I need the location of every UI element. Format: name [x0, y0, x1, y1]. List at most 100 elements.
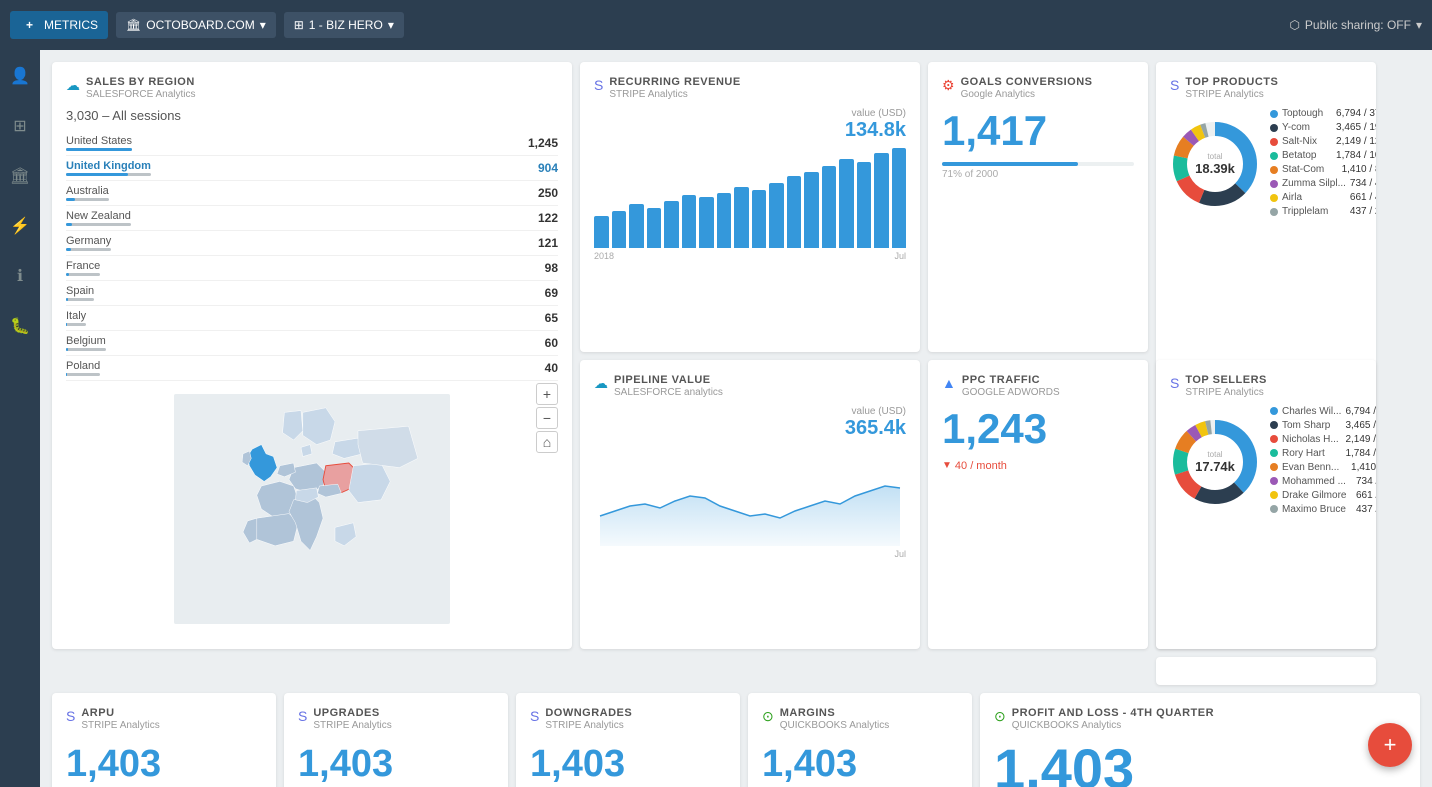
bar-item [699, 197, 714, 248]
plus-icon: + [20, 17, 39, 33]
legend-item: Stat-Com 1,410 / 8% [1270, 164, 1376, 175]
legend-item: Tom Sharp 3,465 / 20% [1270, 420, 1376, 431]
legend-item: Zumma Silpl... 734 / 4% [1270, 178, 1376, 189]
bar-item [804, 172, 819, 248]
profit-loss-card: ⊙ PROFIT AND LOSS - 4th QUARTER QUICKBOO… [980, 693, 1420, 787]
bar-item [787, 176, 802, 248]
region-row-es: Spain 69 [66, 281, 558, 306]
share-icon: ⬡ [1289, 18, 1299, 32]
margins-value: 1,403 [762, 745, 958, 783]
region-row-pl: Poland 40 [66, 356, 558, 381]
recurring-revenue-card: S RECURRING REVENUE STRIPE Analytics val… [580, 62, 920, 352]
chevron-down-icon: ▾ [1416, 18, 1422, 32]
bar-item [769, 183, 784, 248]
salesforce-icon: ☁ [66, 77, 80, 94]
region-row-be: Belgium 60 [66, 331, 558, 356]
profit-value: 1,403 [994, 741, 1406, 787]
bar-item [839, 159, 854, 248]
dashboard-grid: ☁ SALES BY REGION SALESFORCE Analytics 3… [52, 62, 1420, 657]
sidebar-item-dashboard[interactable]: ⊞ [7, 110, 32, 142]
chevron-down-icon: ▾ [260, 18, 266, 32]
goals-title: GOALS CONVERSIONS [961, 76, 1093, 88]
dashboard-selector[interactable]: ⊞ 1 - BIZ HERO ▾ [284, 12, 404, 38]
legend-item: Drake Gilmore 661 / 4% [1270, 490, 1376, 501]
ppc-traffic-card: ▲ PPC TRAFFIC GOOGLE ADWORDS 1,243 ▼ 40 … [928, 360, 1148, 650]
top-navigation: + METRICS 🏛 OCTOBOARD.COM ▾ ⊞ 1 - BIZ HE… [0, 0, 1432, 50]
pipeline-chart-labels: Jul [594, 549, 906, 559]
chevron-down-icon: ▾ [388, 18, 394, 32]
stripe-icon-arpu: S [66, 708, 75, 724]
fab-add-button[interactable]: + [1368, 723, 1412, 767]
top-products-donut: total 18.39k [1170, 119, 1260, 209]
margins-subtitle: QUICKBOOKS Analytics [780, 720, 889, 731]
region-total: 3,030 – All sessions [66, 108, 558, 123]
top-sellers-card: S TOP SELLERS STRIPE Analytics [1156, 360, 1376, 650]
stripe-icon-products: S [1170, 77, 1179, 93]
adwords-icon: ▲ [942, 375, 956, 391]
legend-item: Airla 661 / 4% [1270, 192, 1376, 203]
profit-subtitle: QUICKBOOKS Analytics [1012, 720, 1214, 731]
legend-item: Maximo Bruce 437 / 2% [1270, 504, 1376, 515]
recurring-value: 134.8k [594, 119, 906, 142]
region-table: United States 1,245 United Kingdom 904 A… [66, 131, 558, 383]
top-sellers-subtitle: STRIPE Analytics [1185, 387, 1267, 398]
bar-item [857, 162, 872, 248]
region-row-it: Italy 65 [66, 306, 558, 331]
org-icon: 🏛 [126, 18, 141, 32]
sidebar-item-info[interactable]: ℹ [11, 260, 29, 292]
upgrades-subtitle: STRIPE Analytics [313, 720, 391, 731]
legend-item: Mohammed ... 734 / 4% [1270, 476, 1376, 487]
bar-item [734, 187, 749, 248]
pipeline-value-label: value (USD) [594, 406, 906, 417]
plus-metrics-button[interactable]: + METRICS [10, 11, 108, 39]
bar-item [629, 204, 644, 248]
region-row-nz: New Zealand 122 [66, 206, 558, 231]
pipeline-value: 365.4k [594, 417, 906, 440]
sidebar-item-lightning[interactable]: ⚡ [4, 210, 36, 242]
legend-item: Rory Hart 1,784 / 10% [1270, 448, 1376, 459]
top-sellers-card [1156, 657, 1376, 685]
ppc-value: 1,243 [942, 408, 1134, 450]
upgrades-card: S UPGRADES STRIPE Analytics 1,403 ▲ 0 / … [284, 693, 508, 787]
goals-progress-bar [942, 162, 1134, 166]
top-sellers-donut: total 17.74k [1170, 417, 1260, 507]
sidebar-item-bug[interactable]: 🐛 [4, 310, 36, 342]
goals-conversions-card: ⚙ GOALS CONVERSIONS Google Analytics 1,4… [928, 62, 1148, 352]
bar-item [874, 153, 889, 248]
legend-item: Charles Wil... 6,794 / 38% [1270, 406, 1376, 417]
arpu-title: ARPU [81, 707, 159, 719]
salesforce-icon-pipeline: ☁ [594, 375, 608, 392]
map-zoom-in[interactable]: + [536, 383, 558, 405]
map-reset[interactable]: ⌂ [536, 431, 558, 453]
sidebar-item-building[interactable]: 🏛 [4, 160, 36, 192]
downgrades-value: 1,403 [530, 745, 726, 783]
sidebar-item-user[interactable]: 👤 [4, 60, 36, 92]
top-sellers-legend: Charles Wil... 6,794 / 38% Tom Sharp 3,4… [1270, 406, 1376, 518]
bar-item [717, 193, 732, 248]
downgrades-card: S DOWNGRADES STRIPE Analytics 1,403 ▲ 0 … [516, 693, 740, 787]
arpu-card: S ARPU STRIPE Analytics 1,403 ▲ 0 / day [52, 693, 276, 787]
legend-item: Nicholas H... 2,149 / 12% [1270, 434, 1376, 445]
upgrades-title: UPGRADES [313, 707, 391, 719]
stripe-icon: S [594, 77, 603, 93]
recurring-title: RECURRING REVENUE [609, 76, 740, 88]
ppc-subtitle: GOOGLE ADWORDS [962, 387, 1060, 398]
sales-by-region-card: ☁ SALES BY REGION SALESFORCE Analytics 3… [52, 62, 572, 649]
top-products-legend: Toptough 6,794 / 37% Y-com 3,465 / 19% S… [1270, 108, 1376, 220]
legend-item: Betatop 1,784 / 10% [1270, 150, 1376, 161]
recurring-value-label: value (USD) [594, 108, 906, 119]
region-row-fr: France 98 [66, 256, 558, 281]
stripe-icon-upgrades: S [298, 708, 307, 724]
top-sellers-donut-row: total 17.74k Charles Wil... 6,794 / 38% [1170, 406, 1362, 518]
bar-item [612, 211, 627, 248]
sales-region-subtitle: SALESFORCE Analytics [86, 89, 195, 100]
upgrades-value: 1,403 [298, 745, 494, 783]
region-row-au: Australia 250 [66, 181, 558, 206]
sharing-toggle[interactable]: ⬡ Public sharing: OFF ▾ [1289, 18, 1422, 32]
sidebar: 👤 ⊞ 🏛 ⚡ ℹ 🐛 [0, 50, 40, 787]
map-zoom-out[interactable]: − [536, 407, 558, 429]
bar-item [822, 166, 837, 248]
stripe-icon-sellers: S [1170, 375, 1179, 391]
org-selector[interactable]: 🏛 OCTOBOARD.COM ▾ [116, 12, 276, 38]
ppc-title: PPC TRAFFIC [962, 374, 1060, 386]
